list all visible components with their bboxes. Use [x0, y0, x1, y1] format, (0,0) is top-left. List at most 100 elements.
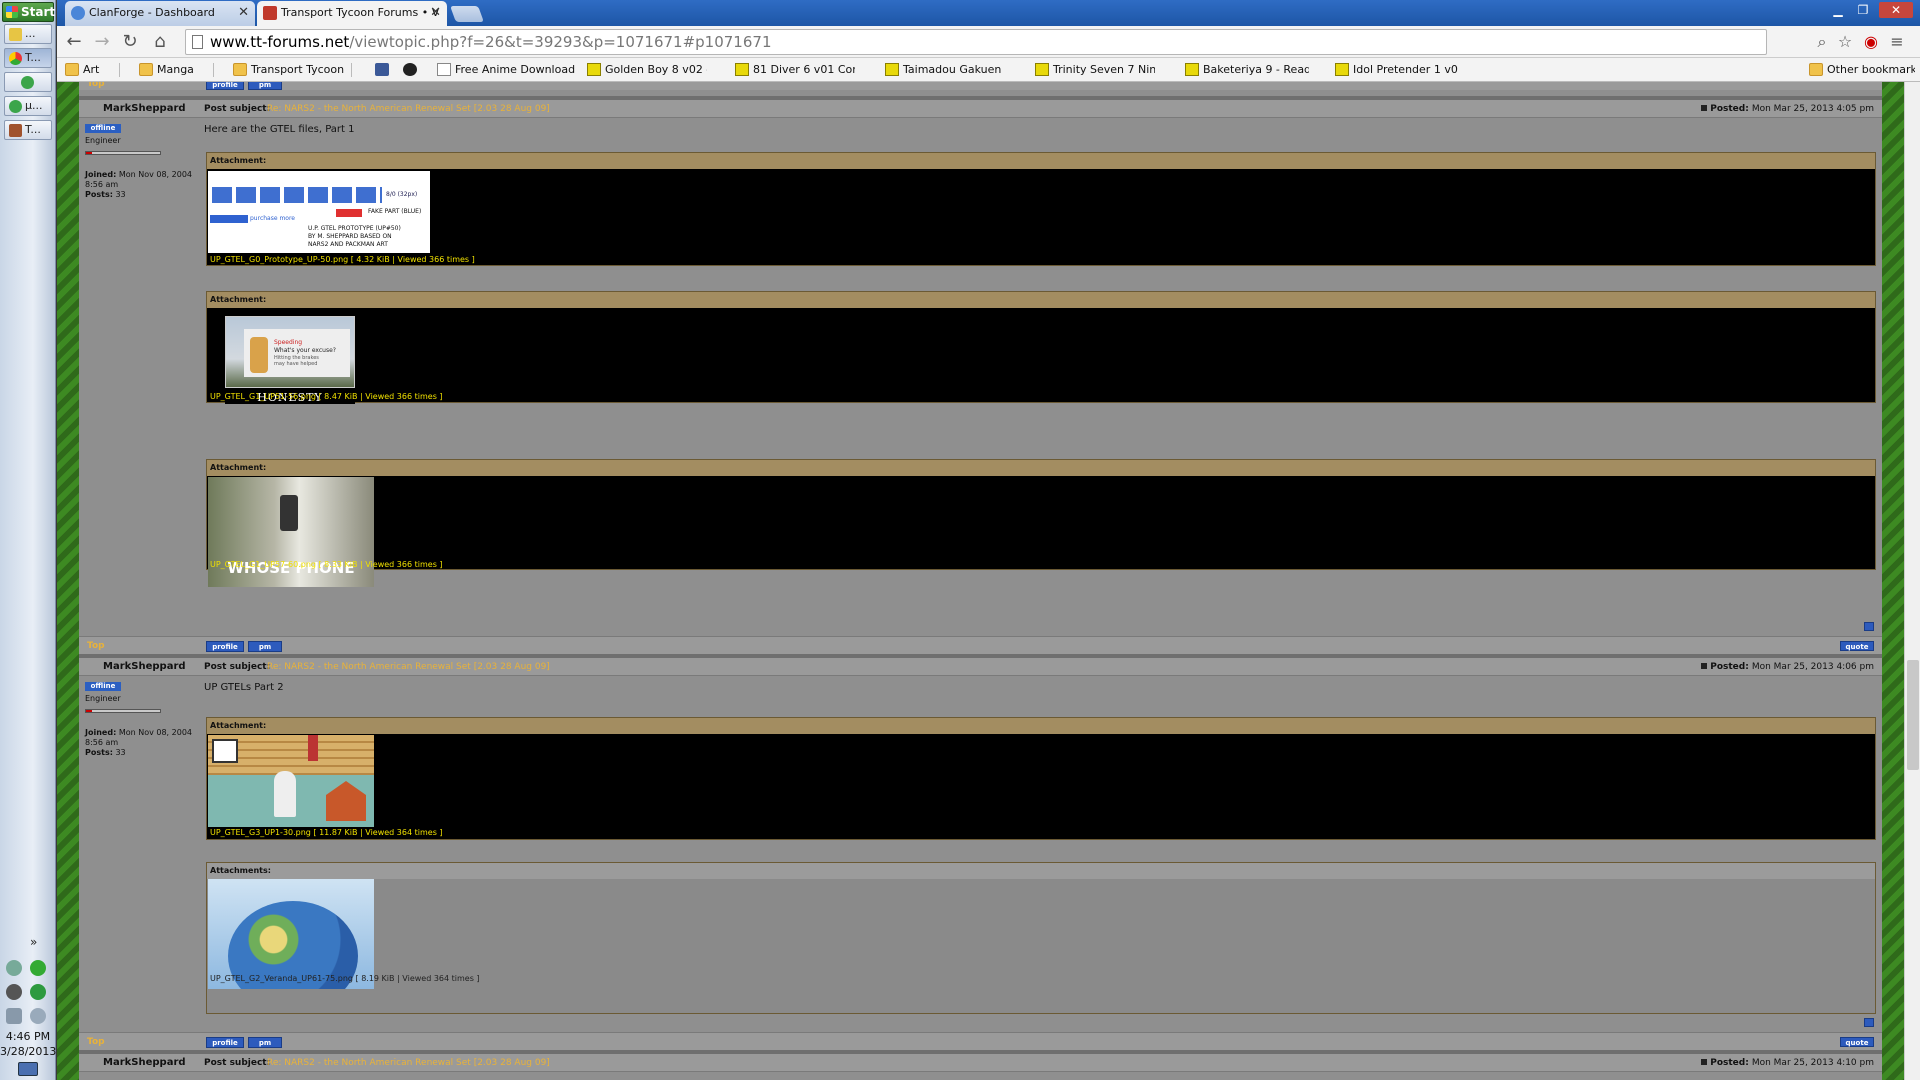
post-icon[interactable]	[1701, 663, 1708, 669]
pm-button[interactable]: pm	[248, 641, 282, 652]
pm-button[interactable]: pm	[248, 1037, 282, 1048]
page-background-left	[57, 82, 79, 1080]
back-to-top-icon[interactable]	[1864, 622, 1874, 631]
profile-button[interactable]: profile	[206, 641, 244, 652]
bookmark-transport-tycoon[interactable]: Transport Tycoon	[233, 62, 345, 78]
attachment-box: Attachment: 8/0 (32px) purchase more FAK…	[206, 152, 1876, 266]
top-link[interactable]: Top	[87, 82, 105, 89]
tab-tt-forums[interactable]: Transport Tycoon Forums • V ✕	[257, 1, 447, 26]
tt-forums-icon	[263, 6, 277, 20]
bookmark-81-diver[interactable]: 81 Diver 6 v01 Comme...	[735, 62, 855, 78]
bookmark-free-anime[interactable]: Free Anime Download ...	[437, 62, 577, 78]
post-footer: Top profile pm quote	[79, 636, 1882, 654]
minimize-icon[interactable]: ▁	[1827, 2, 1849, 18]
scrollbar[interactable]	[1904, 82, 1920, 1080]
back-to-top-icon[interactable]	[1864, 1018, 1874, 1027]
folder-icon	[139, 63, 153, 76]
profile-button[interactable]: profile	[206, 82, 244, 90]
join-info: Joined: Mon Nov 08, 2004 8:56 am Posts: 3…	[85, 170, 193, 199]
attachment-image[interactable]	[208, 879, 374, 989]
taskbar-task-utorrent[interactable]: µ...	[4, 96, 52, 116]
attachment-box: Attachment: UP_GTEL_G3_UP1-30.png [ 11.8…	[206, 717, 1876, 840]
steam-icon	[403, 63, 417, 76]
windows-taskbar: Start ... T... µ... T... » 4:46 PM 3/28/…	[0, 0, 56, 1080]
post-subject[interactable]: Re: NARS2 - the North American Renewal S…	[267, 658, 550, 676]
taskbar-task-chrome[interactable]: T...	[4, 48, 52, 68]
check-icon[interactable]	[30, 960, 46, 976]
manga-site-icon	[1185, 63, 1199, 76]
reload-icon[interactable]: ↻	[119, 32, 141, 54]
network-icon[interactable]	[6, 960, 22, 976]
post-author[interactable]: MarkSheppard	[103, 658, 186, 676]
bookmark-idol-pretender[interactable]: Idol Pretender 1 v01 - ...	[1335, 62, 1459, 78]
profile-button[interactable]: profile	[206, 1037, 244, 1048]
steam-tray-icon[interactable]	[6, 984, 22, 1000]
top-link[interactable]: Top	[87, 641, 105, 651]
post-icon[interactable]	[1701, 1059, 1708, 1065]
attachment-box: Attachment: Speeding What's your excuse?…	[206, 291, 1876, 404]
bookmark-manga[interactable]: Manga	[139, 62, 209, 78]
browser-window: ClanForge - Dashboard ✕ Transport Tycoon…	[57, 0, 1920, 1080]
show-desktop-button[interactable]	[18, 1062, 38, 1076]
clock-date[interactable]: 3/28/2013	[0, 1045, 56, 1058]
search-icon[interactable]: ⌕	[1812, 32, 1832, 52]
post-icon[interactable]	[1701, 105, 1708, 111]
pm-button[interactable]: pm	[248, 82, 282, 90]
restore-icon[interactable]: ❐	[1852, 2, 1874, 18]
bookmark-taimadou[interactable]: Taimadou Gakuen 35 ...	[885, 62, 1005, 78]
user-rank: Engineer	[85, 694, 121, 703]
attachment-caption[interactable]: UP_GTEL_G3_UP1-30.png [ 11.87 KiB | View…	[210, 828, 443, 837]
quote-button[interactable]: quote	[1840, 641, 1874, 651]
bookmark-golden-boy[interactable]: Golden Boy 8 v02 - Re...	[587, 62, 707, 78]
attachment-caption[interactable]: UP_GTEL_G2_Veranda_UP61-75.png [ 8.19 Ki…	[210, 974, 480, 983]
bookmark-facebook[interactable]	[375, 62, 393, 78]
attachment-image[interactable]: Speeding What's your excuse? Hitting the…	[225, 316, 355, 404]
back-icon[interactable]: ←	[63, 32, 85, 54]
close-tab-icon[interactable]: ✕	[238, 1, 249, 25]
taskbar-task-1[interactable]: ...	[4, 24, 52, 44]
speaker-icon[interactable]	[30, 1008, 46, 1024]
post-date: Posted: Mon Mar 25, 2013 4:10 pm	[1701, 1054, 1874, 1072]
forward-icon[interactable]: →	[91, 32, 113, 54]
clock-time[interactable]: 4:46 PM	[0, 1030, 56, 1043]
utorrent-tray-icon[interactable]	[30, 984, 46, 1000]
attachment-image[interactable]: 8/0 (32px) purchase more FAKE PART (BLUE…	[208, 171, 430, 253]
close-window-icon[interactable]: ✕	[1879, 2, 1913, 18]
top-link[interactable]: Top	[87, 1037, 105, 1047]
bookmark-steam[interactable]	[403, 62, 421, 78]
attachment-caption[interactable]: UP_GTEL_G0_Prototype_UP-50.png [ 4.32 Ki…	[210, 255, 475, 264]
bookmark-baketeriya[interactable]: Baketeriya 9 - Read B...	[1185, 62, 1309, 78]
bookmark-other[interactable]: Other bookmarks	[1809, 62, 1915, 78]
star-icon[interactable]: ☆	[1835, 32, 1855, 52]
attachment-image[interactable]: WHOSE PHONE	[208, 477, 374, 587]
new-tab-button[interactable]	[450, 6, 484, 22]
close-tab-icon[interactable]: ✕	[430, 1, 441, 25]
post-author[interactable]: MarkSheppard	[103, 100, 186, 118]
bookmarks-bar: Art Manga Transport Tycoon Free Anime Do…	[57, 58, 1920, 82]
post-author[interactable]: MarkSheppard	[103, 1054, 186, 1072]
taskbar-task-3[interactable]	[4, 72, 52, 92]
home-icon[interactable]: ⌂	[149, 32, 171, 54]
post-subject[interactable]: Re: NARS2 - the North American Renewal S…	[267, 100, 550, 118]
attachment-caption[interactable]: UP_GTEL_G1_UP51-56.png [ 8.47 KiB | View…	[210, 392, 443, 401]
taskbar-task-5[interactable]: T...	[4, 120, 52, 140]
start-button[interactable]: Start	[2, 2, 55, 22]
rank-bar	[85, 709, 161, 713]
bookmark-trinity-seven[interactable]: Trinity Seven 7 Nin no ...	[1035, 62, 1155, 78]
tab-clanforge[interactable]: ClanForge - Dashboard ✕	[65, 1, 255, 26]
bookmark-art[interactable]: Art	[65, 62, 115, 78]
manga-site-icon	[587, 63, 601, 76]
utorrent-icon	[9, 100, 22, 113]
post-subject[interactable]: Re: NARS2 - the North American Renewal S…	[267, 1054, 550, 1072]
menu-icon[interactable]: ≡	[1887, 32, 1907, 52]
tray-expand-button[interactable]: »	[30, 935, 37, 949]
monitor-icon[interactable]	[6, 1008, 22, 1024]
opera-extension-icon[interactable]: ◉	[1861, 32, 1881, 52]
scrollbar-thumb[interactable]	[1907, 660, 1919, 770]
attachment-image[interactable]	[208, 735, 374, 827]
address-bar[interactable]: www.tt-forums.net/viewtopic.php?f=26&t=3…	[185, 29, 1767, 55]
quote-button[interactable]: quote	[1840, 1037, 1874, 1047]
attachment-caption[interactable]: UP_GTEL_G1_UP57-60.png [ 8.33 KiB | View…	[210, 560, 443, 569]
page-icon	[437, 63, 451, 76]
offline-badge: offline	[85, 682, 121, 691]
